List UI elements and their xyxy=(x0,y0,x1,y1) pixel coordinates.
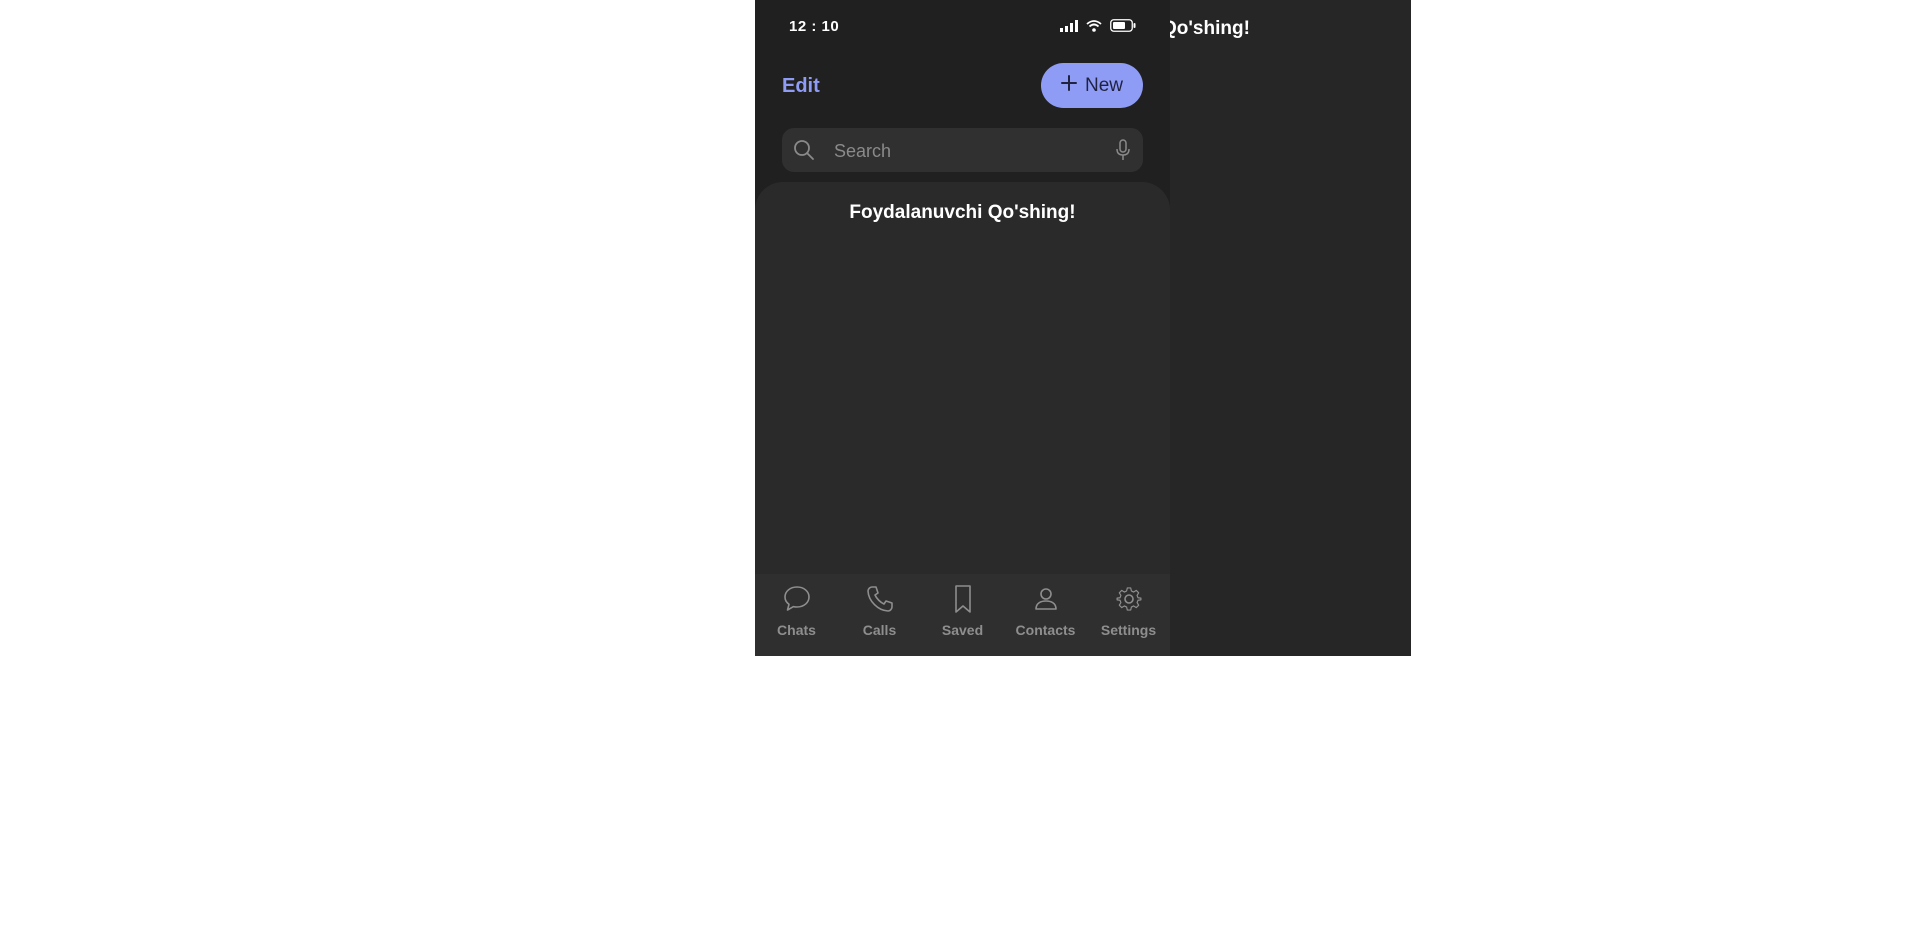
gear-icon xyxy=(1114,582,1144,616)
person-icon xyxy=(1031,582,1061,616)
phone-icon xyxy=(865,582,895,616)
tab-label: Settings xyxy=(1100,622,1157,638)
search-bar xyxy=(782,128,1143,174)
empty-state-message: Foydalanuvchi Qo'shing! xyxy=(849,202,1076,223)
chat-list-panel: 12 : 10 Edit New Search Foydalanuvchi Qo… xyxy=(755,0,1170,656)
wifi-icon xyxy=(1086,19,1102,37)
app-window: Qo'shing! 12 : 10 Edit New Search Foydal… xyxy=(755,0,1411,656)
status-bar: 12 : 10 xyxy=(755,0,1170,50)
search-input[interactable] xyxy=(832,128,1096,174)
bookmark-icon xyxy=(948,582,978,616)
plus-icon xyxy=(1060,74,1077,97)
tab-label: Chats xyxy=(777,622,816,638)
tab-settings[interactable]: Settings xyxy=(1094,582,1164,638)
battery-icon xyxy=(1110,19,1136,37)
chat-list: Foydalanuvchi Qo'shing! xyxy=(755,182,1170,582)
tab-contacts[interactable]: Contacts xyxy=(1011,582,1081,638)
status-icons xyxy=(1060,19,1136,37)
tab-chats[interactable]: Chats xyxy=(762,582,832,638)
status-time: 12 : 10 xyxy=(789,18,840,35)
new-chat-button[interactable]: New xyxy=(1041,63,1143,108)
tab-calls[interactable]: Calls xyxy=(845,582,915,638)
edit-button[interactable]: Edit xyxy=(782,75,820,98)
tab-label: Saved xyxy=(941,622,984,638)
chat-panel-title: Qo'shing! xyxy=(1167,18,1250,39)
chat-bubble-icon xyxy=(782,582,812,616)
tab-label: Contacts xyxy=(1015,622,1076,638)
search-icon xyxy=(793,139,815,166)
microphone-icon[interactable] xyxy=(1115,139,1131,166)
tab-label: Calls xyxy=(862,622,897,638)
signal-icon xyxy=(1060,19,1078,37)
tab-saved[interactable]: Saved xyxy=(928,582,998,638)
tab-bar: Chats Calls Saved Contacts Settings xyxy=(755,574,1170,656)
new-chat-label: New xyxy=(1084,74,1123,96)
